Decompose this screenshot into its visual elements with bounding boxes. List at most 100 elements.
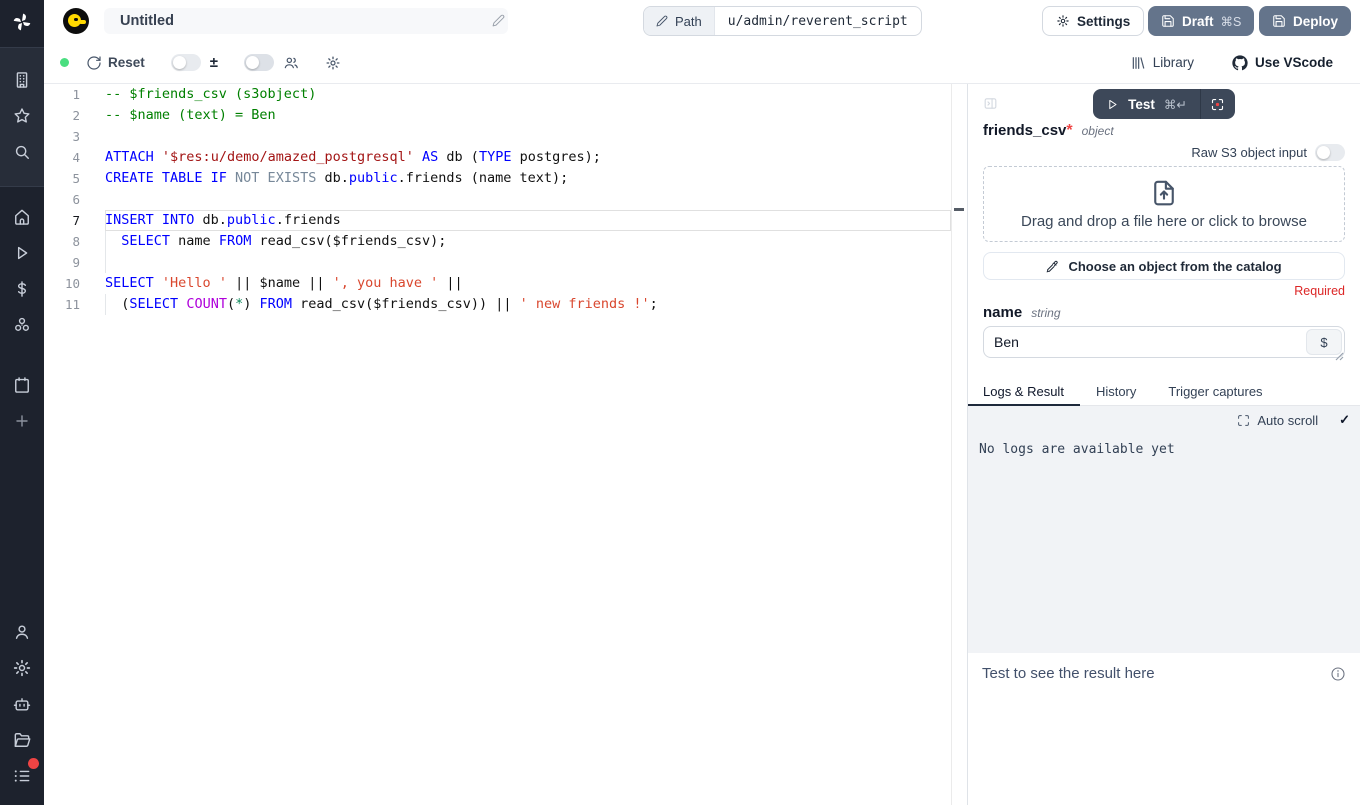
logs-empty-message: No logs are available yet — [979, 442, 1350, 457]
code-line[interactable]: 10 SELECT 'Hello ' || $name || ', you hav… — [44, 273, 967, 294]
tab-history[interactable]: History — [1080, 378, 1152, 406]
folders-icon[interactable] — [12, 730, 32, 750]
line-number: 4 — [44, 147, 80, 168]
code-text: -- $name (text) = Ben — [105, 105, 276, 126]
deploy-button[interactable]: Deploy — [1259, 6, 1351, 36]
test-button[interactable]: Test ⌘↵ — [1093, 89, 1200, 119]
line-number: 6 — [44, 189, 80, 210]
assistant-bot-icon[interactable] — [12, 694, 32, 714]
auto-scroll-toggle[interactable]: Auto scroll ✓ — [978, 412, 1350, 428]
user-icon[interactable] — [12, 622, 32, 642]
line-number: 9 — [44, 252, 80, 273]
editor-toolbar: Reset ± Library Use VScode — [44, 42, 1360, 84]
editor-settings-gear-icon[interactable] — [325, 55, 341, 71]
users-icon — [283, 55, 299, 71]
code-line[interactable]: 3 — [44, 126, 967, 147]
windmill-logo-icon[interactable] — [12, 12, 32, 32]
test-button-group: Test ⌘↵ — [1093, 89, 1235, 119]
test-shortcut: ⌘↵ — [1164, 97, 1187, 112]
result-tabs: Logs & ResultHistoryTrigger captures — [968, 378, 1360, 406]
app-window: Path u/admin/reverent_script Settings Dr… — [0, 0, 1360, 805]
line-number: 11 — [44, 294, 80, 315]
path-button[interactable]: Path u/admin/reverent_script — [643, 6, 922, 36]
code-line[interactable]: 6 — [44, 189, 967, 210]
code-text: CREATE TABLE IF NOT EXISTS db.public.fri… — [105, 168, 568, 189]
line-number: 5 — [44, 168, 80, 189]
line-number: 2 — [44, 105, 80, 126]
code-line[interactable]: 11 (SELECT COUNT(*) FROM read_csv($frien… — [44, 294, 967, 315]
reset-button[interactable]: Reset — [86, 55, 145, 71]
code-text: SELECT 'Hello ' || $name || ', you have … — [105, 273, 463, 294]
code-line[interactable]: 5 CREATE TABLE IF NOT EXISTS db.public.fr… — [44, 168, 967, 189]
code-editor[interactable]: 1 -- $friends_csv (s3object) 2 -- $name (te… — [44, 84, 967, 805]
use-vscode-button[interactable]: Use VScode — [1232, 55, 1333, 71]
result-panel: Test to see the result here — [968, 653, 1360, 805]
play-icon — [1106, 98, 1119, 111]
name-input[interactable] — [983, 326, 1345, 358]
favorites-star-icon[interactable] — [12, 106, 32, 126]
required-star: * — [1066, 122, 1072, 140]
line-number: 1 — [44, 84, 80, 105]
arg-name: name — [983, 304, 1022, 321]
schedules-calendar-icon[interactable] — [12, 375, 32, 395]
capture-run-button[interactable] — [1201, 89, 1235, 119]
home-icon[interactable] — [12, 207, 32, 227]
line-number: 8 — [44, 231, 80, 252]
left-sidebar — [0, 0, 44, 805]
info-icon[interactable] — [1330, 666, 1346, 682]
code-line[interactable]: 4 ATTACH '$res:u/demo/amazed_postgresql' … — [44, 147, 967, 168]
choose-object-button[interactable]: Choose an object from the catalog — [983, 252, 1345, 280]
settings-gear-icon[interactable] — [12, 658, 32, 678]
tab-logs-result[interactable]: Logs & Result — [968, 378, 1080, 406]
resize-handle[interactable] — [1335, 348, 1344, 357]
capture-target-icon — [1210, 97, 1225, 112]
file-dropzone[interactable]: Drag and drop a file here or click to br… — [983, 166, 1345, 242]
resources-icon[interactable] — [12, 315, 32, 335]
refresh-icon — [86, 55, 102, 71]
notification-dot — [28, 758, 39, 769]
expand-icon — [1237, 414, 1250, 427]
script-title-input[interactable] — [104, 8, 508, 34]
code-line[interactable]: 9 — [44, 252, 967, 273]
required-label: Required — [983, 284, 1345, 298]
github-icon — [1232, 55, 1248, 71]
overview-ruler-scrollbar[interactable] — [951, 84, 967, 805]
search-icon[interactable] — [12, 142, 32, 162]
workspace-icon[interactable] — [12, 70, 32, 90]
tab-trigger-captures[interactable]: Trigger captures — [1152, 378, 1278, 406]
argument-header: name string — [983, 304, 1345, 322]
runs-play-icon[interactable] — [12, 243, 32, 263]
right-panel: Test ⌘↵ friends_csv* object Raw S3 objec — [967, 84, 1360, 805]
code-line[interactable]: 2 -- $name (text) = Ben — [44, 105, 967, 126]
audit-logs-list-icon[interactable] — [12, 766, 32, 786]
pipette-icon — [1046, 260, 1059, 273]
variables-dollar-icon[interactable] — [12, 279, 32, 299]
file-upload-icon — [1149, 178, 1179, 208]
multiplayer-toggle[interactable] — [244, 54, 274, 71]
settings-button[interactable]: Settings — [1042, 6, 1144, 36]
code-line[interactable]: 1 -- $friends_csv (s3object) — [44, 84, 967, 105]
logs-panel: Auto scroll ✓ No logs are available yet — [968, 406, 1360, 653]
raw-s3-label: Raw S3 object input — [1191, 145, 1307, 160]
draft-button[interactable]: Draft ⌘S — [1148, 6, 1254, 36]
arg-name: friends_csv — [983, 122, 1066, 139]
code-text: -- $friends_csv (s3object) — [105, 84, 316, 105]
raw-s3-toggle[interactable] — [1315, 144, 1345, 161]
diff-toggle[interactable] — [171, 54, 201, 71]
collapse-panel-icon[interactable] — [983, 96, 998, 111]
code-line[interactable]: 8 SELECT name FROM read_csv($friends_csv… — [44, 231, 967, 252]
save-icon — [1161, 14, 1175, 28]
add-plus-icon[interactable] — [12, 411, 32, 431]
code-text: INSERT INTO db.public.friends — [105, 210, 341, 231]
draft-shortcut: ⌘S — [1221, 14, 1242, 29]
line-number: 10 — [44, 273, 80, 294]
library-button[interactable]: Library — [1130, 55, 1194, 71]
duckdb-logo-icon[interactable] — [63, 8, 89, 34]
diff-plus-minus-icon: ± — [210, 54, 218, 71]
save-icon — [1272, 14, 1286, 28]
status-dot — [60, 58, 69, 67]
code-text: ATTACH '$res:u/demo/amazed_postgresql' A… — [105, 147, 601, 168]
code-line[interactable]: 7INSERT INTO db.public.friends — [44, 210, 967, 231]
code-text: SELECT name FROM read_csv($friends_csv); — [105, 231, 446, 252]
edit-title-pencil-icon[interactable] — [492, 14, 505, 27]
